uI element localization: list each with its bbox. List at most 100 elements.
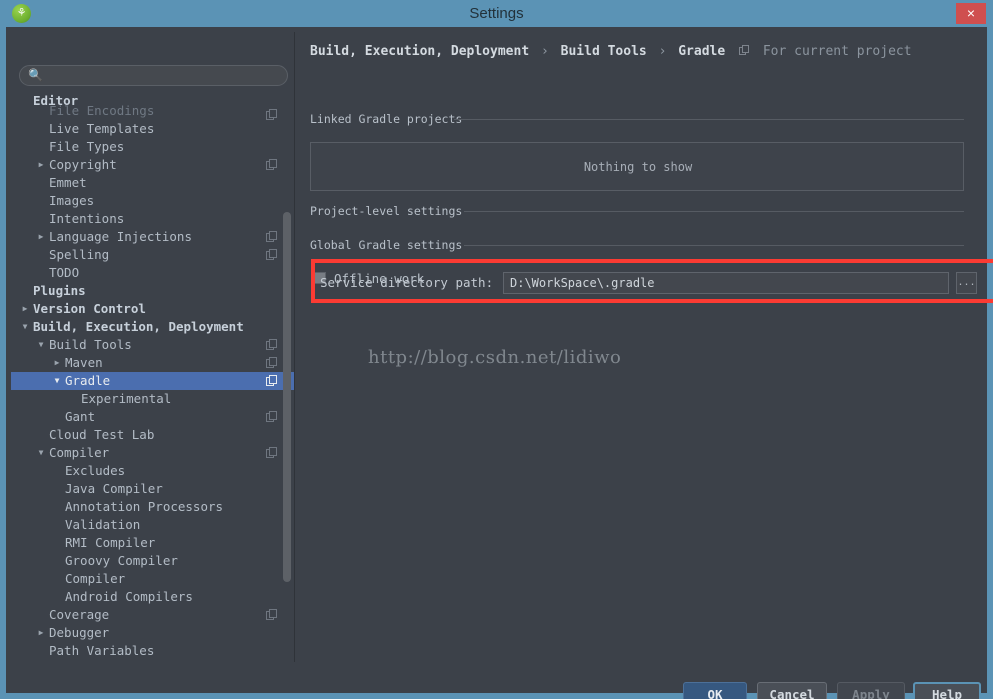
sidebar-item-rmi-compiler[interactable]: RMI Compiler xyxy=(11,534,294,552)
chevron-down-icon[interactable]: ▼ xyxy=(35,336,47,354)
copy-settings-icon xyxy=(266,357,278,369)
chevron-right-icon[interactable]: ▶ xyxy=(19,300,31,318)
sidebar-item-label: Java Compiler xyxy=(65,481,163,496)
linked-projects-list[interactable]: Nothing to show xyxy=(310,142,964,191)
sidebar-item-label: File Encodings xyxy=(49,103,155,118)
section-title-project-level: Project-level settings xyxy=(310,204,463,218)
sidebar-item-label: Excludes xyxy=(65,463,126,478)
sidebar-item-label: Gant xyxy=(65,409,96,424)
sidebar-item-file-types[interactable]: File Types xyxy=(11,138,294,156)
sidebar-item-validation[interactable]: Validation xyxy=(11,516,294,534)
sidebar-item-label: TODO xyxy=(49,265,80,280)
sidebar-item-android-compilers[interactable]: Android Compilers xyxy=(11,588,294,606)
sidebar-item-build-tools[interactable]: ▼ Build Tools xyxy=(11,336,294,354)
copy-settings-icon xyxy=(266,447,278,459)
sidebar-item-label: Compiler xyxy=(65,571,126,586)
sidebar-item-label: Annotation Processors xyxy=(65,499,224,514)
sidebar-item-maven[interactable]: ▶ Maven xyxy=(11,354,294,372)
apply-button: Apply xyxy=(837,682,905,699)
section-divider-global-settings xyxy=(464,245,964,246)
sidebar-item-experimental[interactable]: Experimental xyxy=(11,390,294,408)
sidebar-item-label: Live Templates xyxy=(49,121,155,136)
sidebar-item-label: Maven xyxy=(65,355,103,370)
sidebar-item-label: Debugger xyxy=(49,625,110,640)
dialog-footer: OK Cancel Apply Help xyxy=(11,668,982,699)
close-icon[interactable]: × xyxy=(956,3,986,24)
sidebar-item-cloud-test-lab[interactable]: Cloud Test Lab xyxy=(11,426,294,444)
chevron-down-icon[interactable]: ▼ xyxy=(19,318,31,336)
sidebar-item-path-variables[interactable]: Path Variables xyxy=(11,642,294,660)
sidebar-item-plugins[interactable]: Plugins xyxy=(11,282,294,300)
section-divider-project-level xyxy=(464,211,964,212)
breadcrumb-item-1[interactable]: Build Tools xyxy=(561,44,647,59)
sidebar-item-build-execution-deployment[interactable]: ▼ Build, Execution, Deployment xyxy=(11,318,294,336)
sidebar-item-label: Coverage xyxy=(49,607,110,622)
breadcrumb-item-2[interactable]: Gradle xyxy=(678,44,725,59)
service-directory-input[interactable] xyxy=(503,272,949,294)
chevron-right-icon[interactable]: ▶ xyxy=(51,354,63,372)
sidebar-item-label: Compiler xyxy=(49,445,110,460)
sidebar-item-label: Images xyxy=(49,193,95,208)
copy-settings-icon xyxy=(266,375,278,387)
chevron-down-icon[interactable]: ▼ xyxy=(35,444,47,462)
section-title-global-settings: Global Gradle settings xyxy=(310,238,463,252)
copy-settings-icon xyxy=(739,45,751,56)
copy-icon-front xyxy=(269,375,277,384)
sidebar-item-emmet[interactable]: Emmet xyxy=(11,174,294,192)
settings-window: ⚘ Settings × 🔍 Editor File Encodings Live … xyxy=(0,0,993,699)
sidebar-item-todo[interactable]: TODO xyxy=(11,264,294,282)
sidebar-scrollbar[interactable] xyxy=(283,32,291,607)
sidebar-item-images[interactable]: Images xyxy=(11,192,294,210)
sidebar-item-excludes[interactable]: Excludes xyxy=(11,462,294,480)
sidebar-item-spelling[interactable]: Spelling xyxy=(11,246,294,264)
sidebar-item-label: Language Injections xyxy=(49,229,192,244)
dialog-body: 🔍 Editor File Encodings Live Templates File… xyxy=(0,27,993,699)
sidebar-item-debugger[interactable]: ▶ Debugger xyxy=(11,624,294,642)
chevron-down-icon[interactable]: ▼ xyxy=(51,372,63,390)
sidebar-scrollbar-thumb[interactable] xyxy=(283,212,291,582)
copy-icon-front xyxy=(269,159,277,168)
sidebar-item-version-control[interactable]: ▶ Version Control xyxy=(11,300,294,318)
title-bar: ⚘ Settings × xyxy=(0,0,993,27)
sidebar-item-file-encodings[interactable]: File Encodings xyxy=(11,103,294,120)
breadcrumb-separator: › xyxy=(658,44,667,59)
breadcrumb-item-0[interactable]: Build, Execution, Deployment xyxy=(310,44,529,59)
copy-icon-front xyxy=(269,109,277,118)
chevron-right-icon[interactable]: ▶ xyxy=(35,156,47,174)
copy-settings-icon xyxy=(266,411,278,423)
sidebar-item-groovy-compiler[interactable]: Groovy Compiler xyxy=(11,552,294,570)
sidebar-item-compiler[interactable]: Compiler xyxy=(11,570,294,588)
breadcrumb-scope-label: For current project xyxy=(762,44,912,59)
copy-icon-front xyxy=(269,249,277,258)
settings-main-panel: Build, Execution, Deployment › Build Too… xyxy=(296,32,993,662)
content-panel: 🔍 Editor File Encodings Live Templates File… xyxy=(6,27,993,699)
sidebar-item-label: Build, Execution, Deployment xyxy=(33,319,244,334)
sidebar-item-label: Build Tools xyxy=(49,337,132,352)
sidebar-item-label: RMI Compiler xyxy=(65,535,156,550)
sidebar-item-java-compiler[interactable]: Java Compiler xyxy=(11,480,294,498)
copy-icon-front xyxy=(269,411,277,420)
sidebar-item-gant[interactable]: Gant xyxy=(11,408,294,426)
search-input[interactable] xyxy=(19,65,288,86)
chevron-right-icon[interactable]: ▶ xyxy=(35,624,47,642)
chevron-right-icon[interactable]: ▶ xyxy=(35,228,47,246)
sidebar-item-label: Cloud Test Lab xyxy=(49,427,155,442)
sidebar-item-compiler[interactable]: ▼ Compiler xyxy=(11,444,294,462)
sidebar-item-language-injections[interactable]: ▶ Language Injections xyxy=(11,228,294,246)
sidebar-item-live-templates[interactable]: Live Templates xyxy=(11,120,294,138)
sidebar-item-copyright[interactable]: ▶ Copyright xyxy=(11,156,294,174)
ok-button[interactable]: OK xyxy=(683,682,747,699)
settings-sidebar: 🔍 Editor File Encodings Live Templates File… xyxy=(11,32,295,662)
section-title-linked-projects: Linked Gradle projects xyxy=(310,112,463,126)
copy-icon-front xyxy=(269,357,277,366)
cancel-button[interactable]: Cancel xyxy=(757,682,827,699)
settings-tree[interactable]: Editor File Encodings Live Templates File T… xyxy=(11,92,294,667)
sidebar-item-intentions[interactable]: Intentions xyxy=(11,210,294,228)
browse-directory-button[interactable]: ... xyxy=(956,272,977,294)
sidebar-item-coverage[interactable]: Coverage xyxy=(11,606,294,624)
copy-icon-front xyxy=(269,447,277,456)
sidebar-item-label: Path Variables xyxy=(49,643,155,658)
help-button[interactable]: Help xyxy=(913,682,981,699)
sidebar-item-annotation-processors[interactable]: Annotation Processors xyxy=(11,498,294,516)
sidebar-item-gradle[interactable]: ▼ Gradle xyxy=(11,372,294,390)
